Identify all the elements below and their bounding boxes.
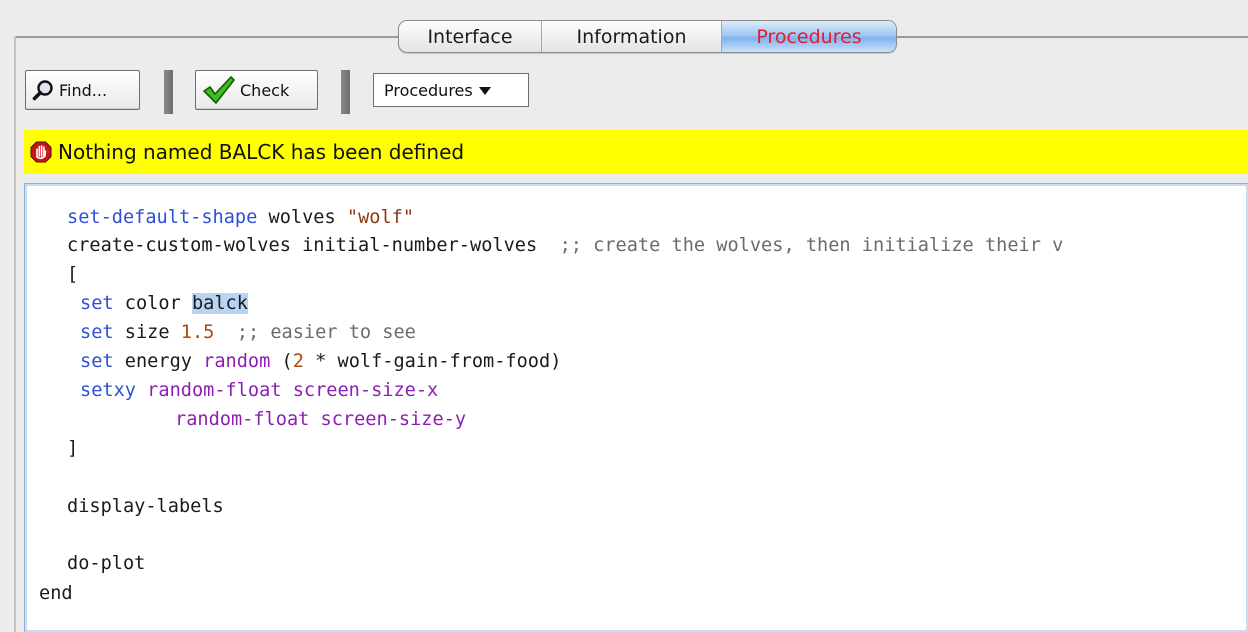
code-line: set color balck <box>80 290 248 318</box>
toolbar-separator <box>341 70 350 114</box>
code-token: ( <box>270 351 293 372</box>
code-token: create-custom-wolves initial-number-wolv… <box>67 235 560 256</box>
code-line: ] <box>67 435 78 463</box>
string-token: "wolf" <box>346 207 415 228</box>
error-message: Nothing named BALCK has been defined <box>58 140 465 164</box>
code-editor[interactable]: set-default-shape wolves "wolf" create-c… <box>24 183 1248 632</box>
code-line: set size 1.5 ;; easier to see <box>80 319 416 347</box>
checkmark-icon <box>202 75 236 105</box>
code-line: do-plot <box>67 550 145 578</box>
frame-left-border <box>14 36 16 632</box>
keyword-token: set <box>80 293 114 314</box>
code-token: ] <box>67 438 79 459</box>
code-line: end <box>39 580 73 608</box>
reporter-token: random <box>203 351 271 372</box>
comment-token: ;; easier to see <box>214 322 416 343</box>
reporter-token: random-float screen-size-y <box>175 409 467 430</box>
code-token: end <box>39 583 73 604</box>
find-button[interactable]: Find... <box>25 70 140 110</box>
find-button-label: Find... <box>59 80 108 100</box>
code-token: [ <box>67 264 79 285</box>
code-line: setxy random-float screen-size-x <box>80 377 438 405</box>
tab-interface[interactable]: Interface <box>399 21 542 52</box>
code-token: size <box>113 322 181 343</box>
number-token: 2 <box>292 351 304 372</box>
tab-information[interactable]: Information <box>542 21 722 52</box>
code-line: random-float screen-size-y <box>175 406 466 434</box>
selected-token: balck <box>191 293 248 314</box>
code-line: set energy random (2 * wolf-gain-from-fo… <box>80 348 561 376</box>
error-banner: Nothing named BALCK has been defined <box>24 130 1248 174</box>
code-token: energy <box>113 351 204 372</box>
triangle-down-icon <box>478 81 492 100</box>
keyword-token: set <box>80 351 114 372</box>
tab-bar: Interface Information Procedures <box>398 20 897 53</box>
comment-token: ;; create the wolves, then initialize th… <box>559 235 1064 256</box>
code-line: create-custom-wolves initial-number-wolv… <box>67 232 1063 260</box>
check-button-label: Check <box>240 80 290 100</box>
tab-procedures[interactable]: Procedures <box>722 21 896 52</box>
code-token: display-labels <box>67 496 224 517</box>
keyword-token: set <box>80 322 114 343</box>
code-line: set-default-shape wolves "wolf" <box>67 204 414 232</box>
reporter-token: random-float screen-size-x <box>135 380 439 401</box>
stop-hand-icon <box>30 141 52 163</box>
code-text: set-default-shape wolves "wolf" create-c… <box>25 184 1063 604</box>
check-button[interactable]: Check <box>195 70 318 110</box>
keyword-token: set-default-shape <box>67 207 258 228</box>
keyword-token: setxy <box>80 380 136 401</box>
procedures-dropdown[interactable]: Procedures <box>373 73 529 107</box>
code-token: do-plot <box>67 553 146 574</box>
magnifier-icon <box>32 79 54 101</box>
toolbar-separator <box>164 70 173 114</box>
code-token: wolves <box>257 207 347 228</box>
code-token: * wolf-gain-from-food) <box>303 351 562 372</box>
code-line: [ <box>67 261 78 289</box>
procedures-dropdown-label: Procedures <box>384 80 473 100</box>
code-line: display-labels <box>67 493 224 521</box>
number-token: 1.5 <box>180 322 215 343</box>
code-token: color <box>113 293 192 314</box>
